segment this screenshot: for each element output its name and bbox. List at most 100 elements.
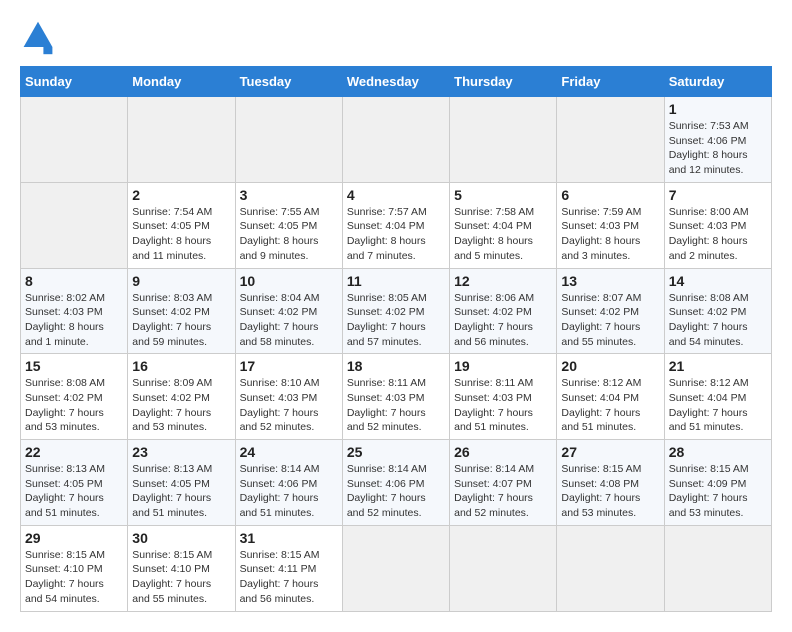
page-header	[20, 20, 772, 56]
day-cell: 26 Sunrise: 8:14 AMSunset: 4:07 PMDayligh…	[450, 440, 557, 526]
empty-day-cell	[450, 97, 557, 183]
day-number: 22	[25, 444, 123, 460]
day-info: Sunrise: 8:15 AMSunset: 4:11 PMDaylight:…	[240, 549, 320, 605]
day-info: Sunrise: 8:15 AMSunset: 4:08 PMDaylight:…	[561, 463, 641, 519]
day-info: Sunrise: 8:10 AMSunset: 4:03 PMDaylight:…	[240, 377, 320, 433]
calendar-week-row: 2 Sunrise: 7:54 AMSunset: 4:05 PMDaylight…	[21, 182, 772, 268]
day-number: 19	[454, 358, 552, 374]
day-cell: 17 Sunrise: 8:10 AMSunset: 4:03 PMDayligh…	[235, 354, 342, 440]
day-cell: 23 Sunrise: 8:13 AMSunset: 4:05 PMDayligh…	[128, 440, 235, 526]
day-info: Sunrise: 7:58 AMSunset: 4:04 PMDaylight:…	[454, 206, 534, 262]
day-info: Sunrise: 8:04 AMSunset: 4:02 PMDaylight:…	[240, 292, 320, 348]
day-cell: 22 Sunrise: 8:13 AMSunset: 4:05 PMDayligh…	[21, 440, 128, 526]
logo	[20, 20, 60, 56]
day-info: Sunrise: 8:07 AMSunset: 4:02 PMDaylight:…	[561, 292, 641, 348]
day-number: 21	[669, 358, 767, 374]
day-info: Sunrise: 8:00 AMSunset: 4:03 PMDaylight:…	[669, 206, 749, 262]
day-number: 11	[347, 273, 445, 289]
day-number: 17	[240, 358, 338, 374]
day-number: 12	[454, 273, 552, 289]
empty-day-cell	[557, 97, 664, 183]
day-of-week-header: Sunday	[21, 67, 128, 97]
day-cell: 9Sunrise: 8:03 AMSunset: 4:02 PMDaylight…	[128, 268, 235, 354]
day-info: Sunrise: 8:14 AMSunset: 4:07 PMDaylight:…	[454, 463, 534, 519]
empty-day-cell	[128, 97, 235, 183]
calendar-week-row: 29 Sunrise: 8:15 AMSunset: 4:10 PMDayligh…	[21, 525, 772, 611]
day-cell: 10Sunrise: 8:04 AMSunset: 4:02 PMDayligh…	[235, 268, 342, 354]
day-cell: 1 Sunrise: 7:53 AMSunset: 4:06 PMDaylight…	[664, 97, 771, 183]
day-number: 31	[240, 530, 338, 546]
day-number: 6	[561, 187, 659, 203]
empty-day-cell	[342, 525, 449, 611]
day-number: 13	[561, 273, 659, 289]
day-number: 8	[25, 273, 123, 289]
day-cell: 12Sunrise: 8:06 AMSunset: 4:02 PMDayligh…	[450, 268, 557, 354]
day-info: Sunrise: 8:13 AMSunset: 4:05 PMDaylight:…	[132, 463, 212, 519]
day-number: 18	[347, 358, 445, 374]
day-info: Sunrise: 8:02 AMSunset: 4:03 PMDaylight:…	[25, 292, 105, 348]
empty-day-cell	[21, 182, 128, 268]
empty-day-cell	[450, 525, 557, 611]
day-cell: 28Sunrise: 8:15 AMSunset: 4:09 PMDayligh…	[664, 440, 771, 526]
empty-day-cell	[342, 97, 449, 183]
day-cell: 14Sunrise: 8:08 AMSunset: 4:02 PMDayligh…	[664, 268, 771, 354]
day-info: Sunrise: 8:14 AMSunset: 4:06 PMDaylight:…	[347, 463, 427, 519]
day-cell: 11Sunrise: 8:05 AMSunset: 4:02 PMDayligh…	[342, 268, 449, 354]
day-number: 7	[669, 187, 767, 203]
day-info: Sunrise: 8:12 AMSunset: 4:04 PMDaylight:…	[669, 377, 749, 433]
day-info: Sunrise: 8:12 AMSunset: 4:04 PMDaylight:…	[561, 377, 641, 433]
day-of-week-header: Thursday	[450, 67, 557, 97]
day-number: 1	[669, 101, 767, 117]
day-info: Sunrise: 7:53 AMSunset: 4:06 PMDaylight:…	[669, 120, 749, 176]
day-info: Sunrise: 8:13 AMSunset: 4:05 PMDaylight:…	[25, 463, 105, 519]
day-cell: 29 Sunrise: 8:15 AMSunset: 4:10 PMDayligh…	[21, 525, 128, 611]
day-number: 4	[347, 187, 445, 203]
day-info: Sunrise: 8:15 AMSunset: 4:10 PMDaylight:…	[132, 549, 212, 605]
day-number: 24	[240, 444, 338, 460]
day-info: Sunrise: 8:15 AMSunset: 4:10 PMDaylight:…	[25, 549, 105, 605]
day-info: Sunrise: 8:14 AMSunset: 4:06 PMDaylight:…	[240, 463, 320, 519]
day-cell: 30Sunrise: 8:15 AMSunset: 4:10 PMDayligh…	[128, 525, 235, 611]
day-number: 26	[454, 444, 552, 460]
day-info: Sunrise: 8:11 AMSunset: 4:03 PMDaylight:…	[347, 377, 426, 433]
day-info: Sunrise: 7:55 AMSunset: 4:05 PMDaylight:…	[240, 206, 320, 262]
calendar-week-row: 1 Sunrise: 7:53 AMSunset: 4:06 PMDaylight…	[21, 97, 772, 183]
day-number: 16	[132, 358, 230, 374]
day-number: 29	[25, 530, 123, 546]
empty-day-cell	[664, 525, 771, 611]
day-cell: 15Sunrise: 8:08 AMSunset: 4:02 PMDayligh…	[21, 354, 128, 440]
day-cell: 19Sunrise: 8:11 AMSunset: 4:03 PMDayligh…	[450, 354, 557, 440]
day-number: 2	[132, 187, 230, 203]
day-cell: 24 Sunrise: 8:14 AMSunset: 4:06 PMDayligh…	[235, 440, 342, 526]
day-cell: 27 Sunrise: 8:15 AMSunset: 4:08 PMDayligh…	[557, 440, 664, 526]
day-info: Sunrise: 8:09 AMSunset: 4:02 PMDaylight:…	[132, 377, 212, 433]
day-cell: 6 Sunrise: 7:59 AMSunset: 4:03 PMDaylight…	[557, 182, 664, 268]
calendar-week-row: 8 Sunrise: 8:02 AMSunset: 4:03 PMDaylight…	[21, 268, 772, 354]
calendar-table: SundayMondayTuesdayWednesdayThursdayFrid…	[20, 66, 772, 612]
day-cell: 16 Sunrise: 8:09 AMSunset: 4:02 PMDayligh…	[128, 354, 235, 440]
day-of-week-header: Friday	[557, 67, 664, 97]
day-cell: 7 Sunrise: 8:00 AMSunset: 4:03 PMDaylight…	[664, 182, 771, 268]
day-info: Sunrise: 7:54 AMSunset: 4:05 PMDaylight:…	[132, 206, 212, 262]
empty-day-cell	[21, 97, 128, 183]
day-of-week-header: Monday	[128, 67, 235, 97]
day-cell: 2 Sunrise: 7:54 AMSunset: 4:05 PMDaylight…	[128, 182, 235, 268]
day-cell: 8 Sunrise: 8:02 AMSunset: 4:03 PMDaylight…	[21, 268, 128, 354]
calendar-header-row: SundayMondayTuesdayWednesdayThursdayFrid…	[21, 67, 772, 97]
day-number: 5	[454, 187, 552, 203]
day-cell: 25Sunrise: 8:14 AMSunset: 4:06 PMDayligh…	[342, 440, 449, 526]
day-cell: 3Sunrise: 7:55 AMSunset: 4:05 PMDaylight…	[235, 182, 342, 268]
logo-icon	[20, 20, 56, 56]
empty-day-cell	[235, 97, 342, 183]
calendar-week-row: 22 Sunrise: 8:13 AMSunset: 4:05 PMDayligh…	[21, 440, 772, 526]
day-cell: 5 Sunrise: 7:58 AMSunset: 4:04 PMDaylight…	[450, 182, 557, 268]
day-info: Sunrise: 7:59 AMSunset: 4:03 PMDaylight:…	[561, 206, 641, 262]
empty-day-cell	[557, 525, 664, 611]
day-info: Sunrise: 8:08 AMSunset: 4:02 PMDaylight:…	[669, 292, 749, 348]
day-cell: 4Sunrise: 7:57 AMSunset: 4:04 PMDaylight…	[342, 182, 449, 268]
day-cell: 21 Sunrise: 8:12 AMSunset: 4:04 PMDayligh…	[664, 354, 771, 440]
day-number: 27	[561, 444, 659, 460]
day-number: 23	[132, 444, 230, 460]
day-number: 20	[561, 358, 659, 374]
day-info: Sunrise: 8:08 AMSunset: 4:02 PMDaylight:…	[25, 377, 105, 433]
